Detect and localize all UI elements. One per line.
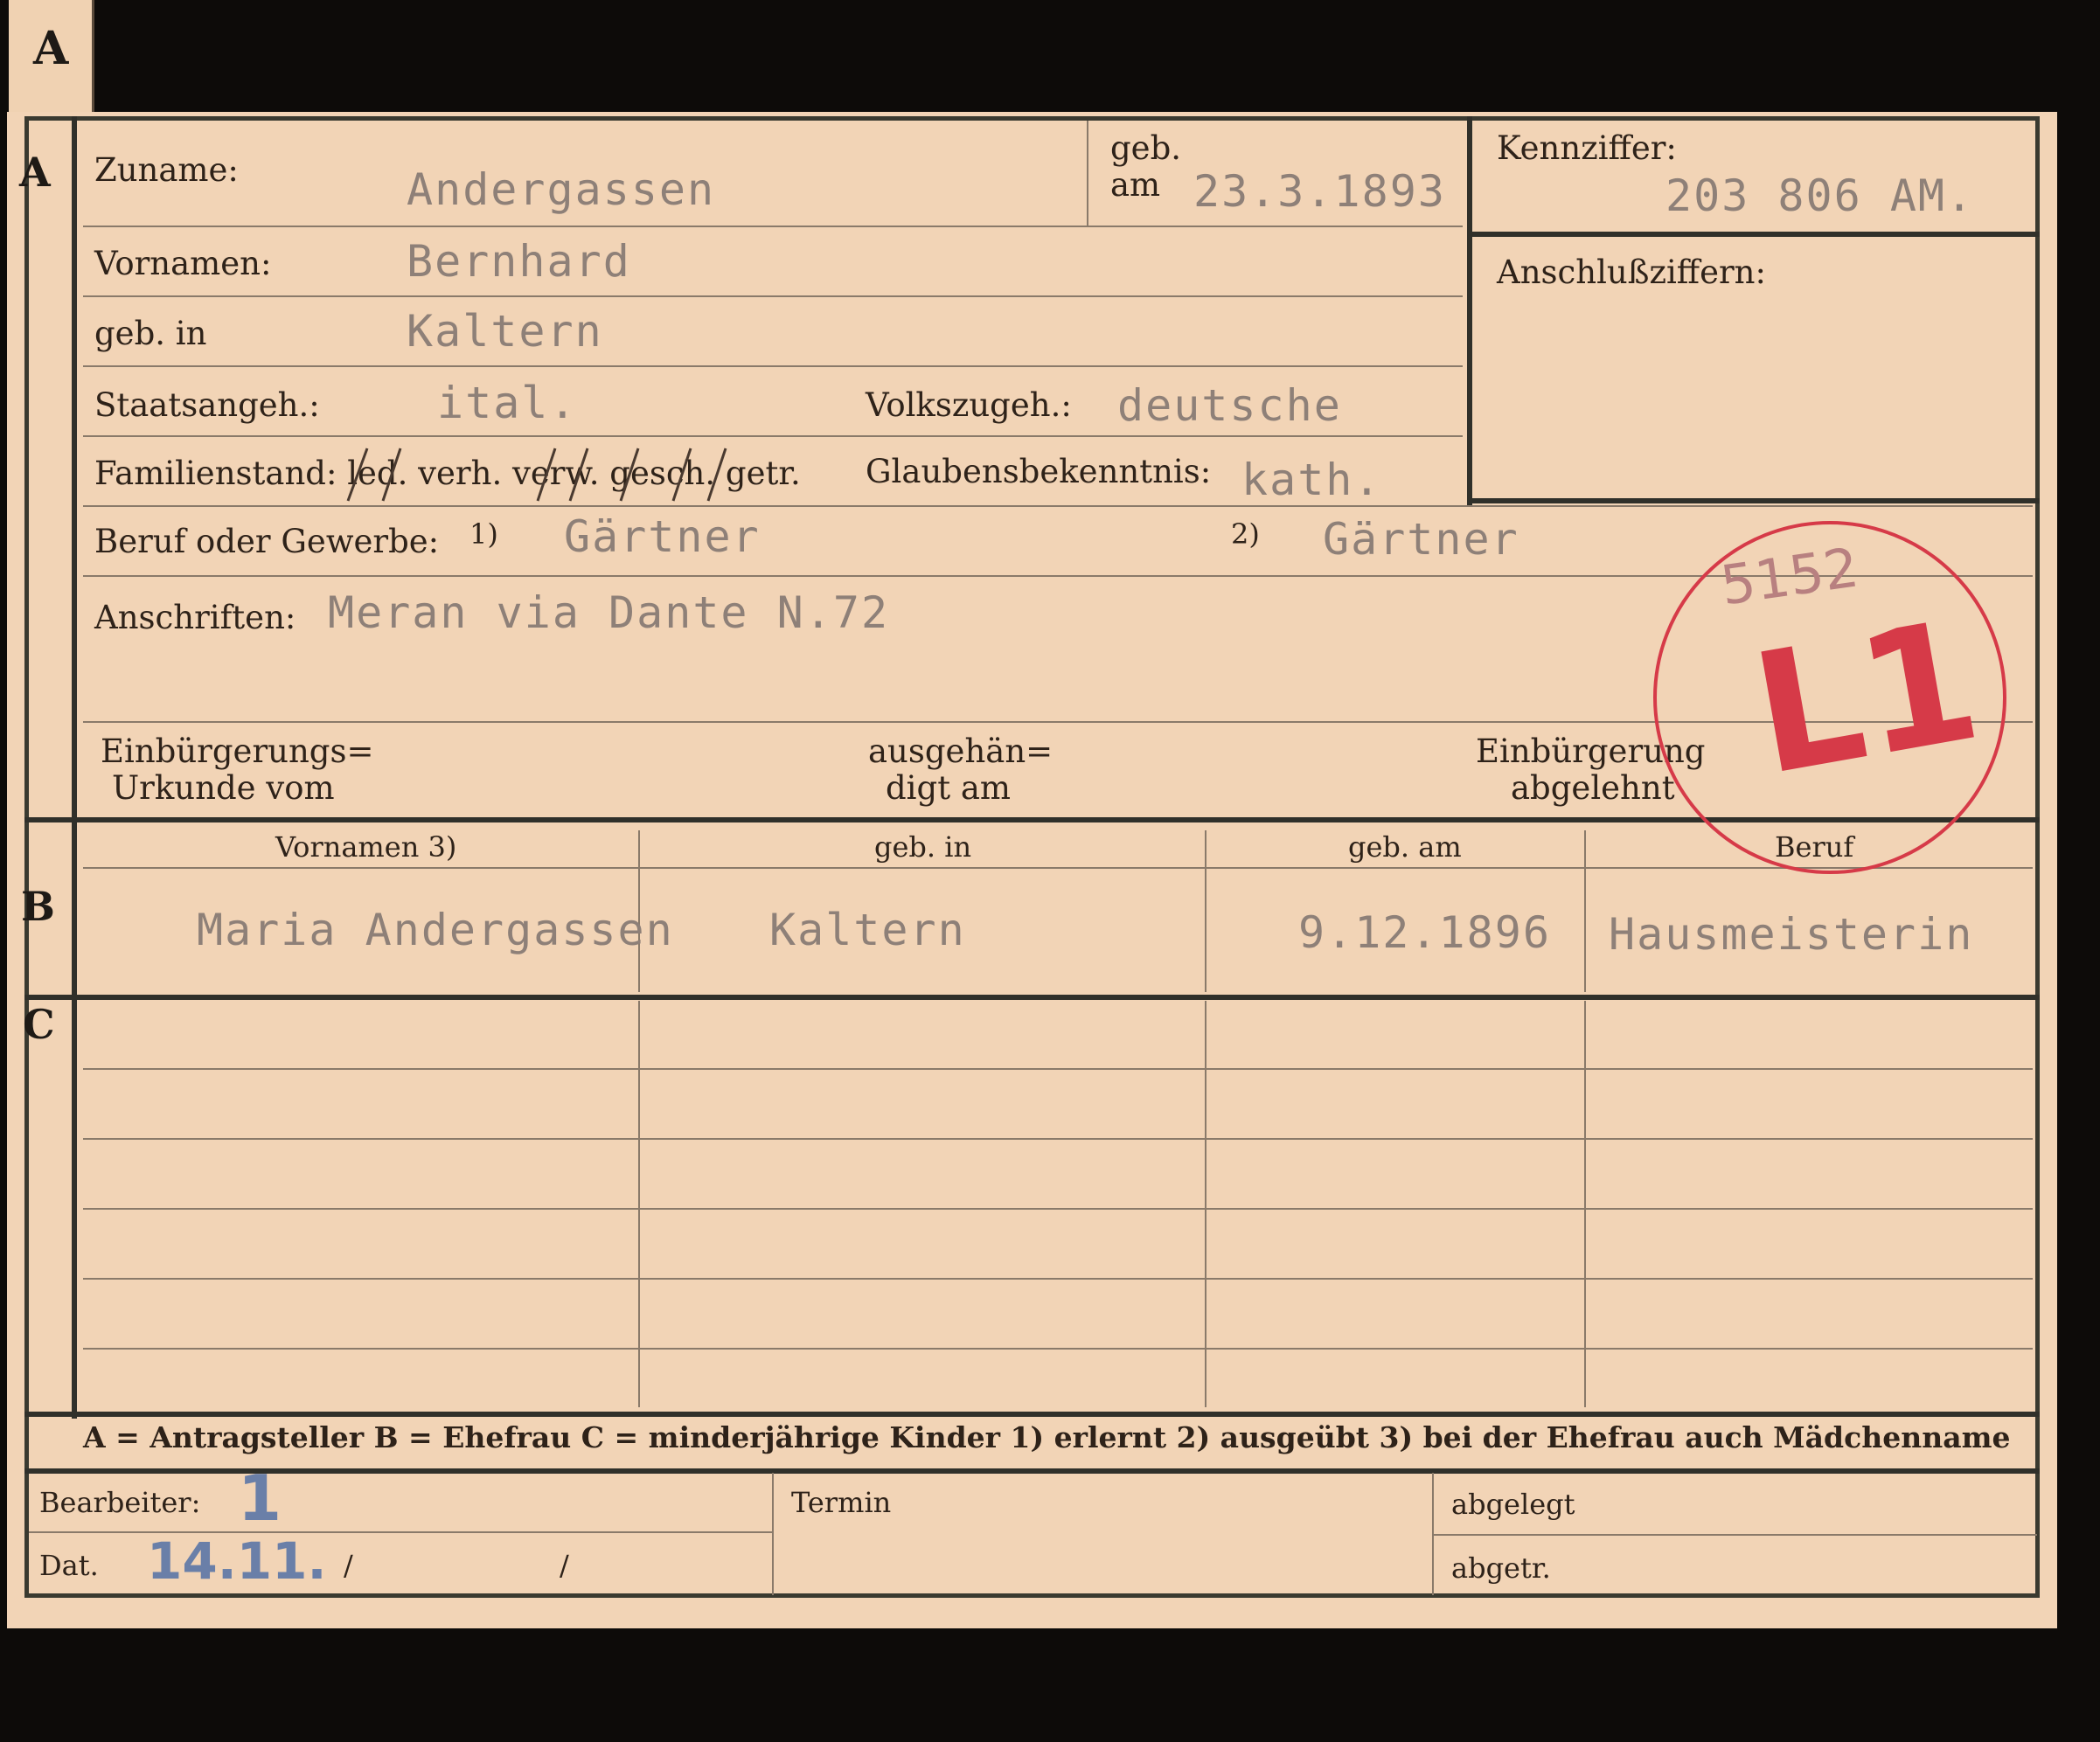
abgetr-label: abgetr.: [1451, 1551, 1551, 1585]
volkszugeh-value: deutsche: [1117, 380, 1342, 431]
glaubensbekenntnis-label: Glaubensbekenntnis:: [866, 453, 1212, 490]
beruf-label: Beruf oder Gewerbe:: [94, 523, 440, 560]
zuname-label: Zuname:: [94, 151, 239, 189]
einbuergerung-urkunde-line2: Urkunde vom: [112, 769, 335, 807]
c-row-rule: [83, 1138, 2033, 1140]
rule-section-c-end: [24, 1412, 2040, 1417]
anschlussziffern-label: Anschlußziffern:: [1497, 253, 1766, 291]
legend-line: A = Antragsteller B = Ehefrau C = minder…: [83, 1420, 2011, 1454]
footer-rule-right: [1434, 1534, 2037, 1536]
b-beruf-value: Hausmeisterin: [1609, 909, 1974, 960]
bearbeiter-label: Bearbeiter:: [39, 1486, 201, 1519]
vornamen-label: Vornamen:: [94, 245, 272, 282]
tab-letter: A: [33, 22, 69, 75]
b-col-divider-2: [1205, 830, 1206, 992]
c-row-rule: [83, 1348, 2033, 1350]
divider-geb-am: [1087, 121, 1088, 226]
b-header-vornamen: Vornamen 3): [275, 830, 457, 864]
staatsangeh-value: ital.: [437, 378, 578, 428]
familienstand-strike-marks: [346, 448, 727, 502]
zuname-value: Andergassen: [407, 164, 716, 215]
ausgehaendigt-line2: digt am: [886, 769, 1011, 807]
beruf-note-1: 1): [469, 517, 498, 551]
dat-label: Dat.: [39, 1549, 99, 1582]
section-c-letter: C: [23, 1001, 55, 1048]
dat-slash-2: /: [560, 1549, 569, 1582]
beruf-note-2: 2): [1231, 517, 1260, 551]
b-header-geb-in: geb. in: [874, 830, 972, 864]
rule-staatsangeh: [83, 435, 1463, 437]
section-b-letter: B: [21, 883, 55, 930]
rule-vornamen: [83, 295, 1463, 297]
geb-label: geb.: [1110, 129, 1182, 167]
c-row-rule: [83, 1068, 2033, 1070]
kennziffer-value: 203 806 AM.: [1665, 170, 1975, 221]
c-row-rule: [83, 1208, 2033, 1210]
b-col-divider-3: [1584, 830, 1586, 992]
glaubensbekenntnis-value: kath.: [1241, 455, 1382, 505]
anschriften-value: Meran via Dante N.72: [328, 587, 890, 638]
red-stamp: 5152 L1: [1651, 518, 2009, 877]
c-col-divider-1: [638, 1001, 640, 1407]
b-vornamen-value: Maria Andergassen: [197, 905, 674, 955]
stamp-code: L1: [1740, 583, 1992, 813]
geb-in-label: geb. in: [94, 315, 207, 352]
einbuergerung-urkunde-line1: Einbürgerungs=: [101, 732, 374, 770]
b-header-geb-am: geb. am: [1348, 830, 1462, 864]
ausgehaendigt-line1: ausgehän=: [868, 732, 1053, 770]
geb-in-value: Kaltern: [407, 306, 603, 357]
beruf-value-1: Gärtner: [564, 511, 761, 562]
rule-geb-in: [83, 365, 1463, 367]
divider-kennziffer: [1467, 116, 1472, 505]
footer-rule-left: [29, 1531, 772, 1533]
kennziffer-label: Kennziffer:: [1497, 129, 1677, 167]
rule-kennziffer: [1470, 232, 2040, 237]
rule-familienstand: [83, 505, 2033, 507]
c-col-divider-2: [1205, 1001, 1206, 1407]
footer-divider-1: [772, 1473, 774, 1595]
am-label: am: [1110, 166, 1161, 204]
b-geb-in-value: Kaltern: [769, 905, 966, 955]
beruf-value-2: Gärtner: [1323, 514, 1519, 565]
rule-zuname: [83, 226, 1463, 227]
volkszugeh-label: Volkszugeh.:: [866, 386, 1072, 424]
dat-slash-1: /: [344, 1549, 353, 1582]
section-a-letter: A: [19, 149, 51, 196]
dat-value: 14.11.: [147, 1531, 327, 1591]
termin-label: Termin: [791, 1486, 892, 1519]
c-col-divider-3: [1584, 1001, 1586, 1407]
index-tab: A: [9, 0, 94, 112]
rule-anschluss-bottom: [1470, 498, 2040, 503]
bearbeiter-value: 1: [238, 1461, 282, 1535]
abgelegt-label: abgelegt: [1451, 1488, 1575, 1521]
section-column-divider: [72, 116, 77, 1419]
anschriften-label: Anschriften:: [94, 599, 296, 636]
c-row-rule: [83, 1278, 2033, 1280]
rule-legend-end: [24, 1468, 2040, 1474]
rule-section-b-end: [24, 995, 2040, 1000]
staatsangeh-label: Staatsangeh.:: [94, 386, 320, 424]
b-geb-am-value: 9.12.1896: [1298, 907, 1551, 958]
geb-am-value: 23.3.1893: [1193, 166, 1446, 217]
vornamen-value: Bernhard: [407, 236, 631, 287]
